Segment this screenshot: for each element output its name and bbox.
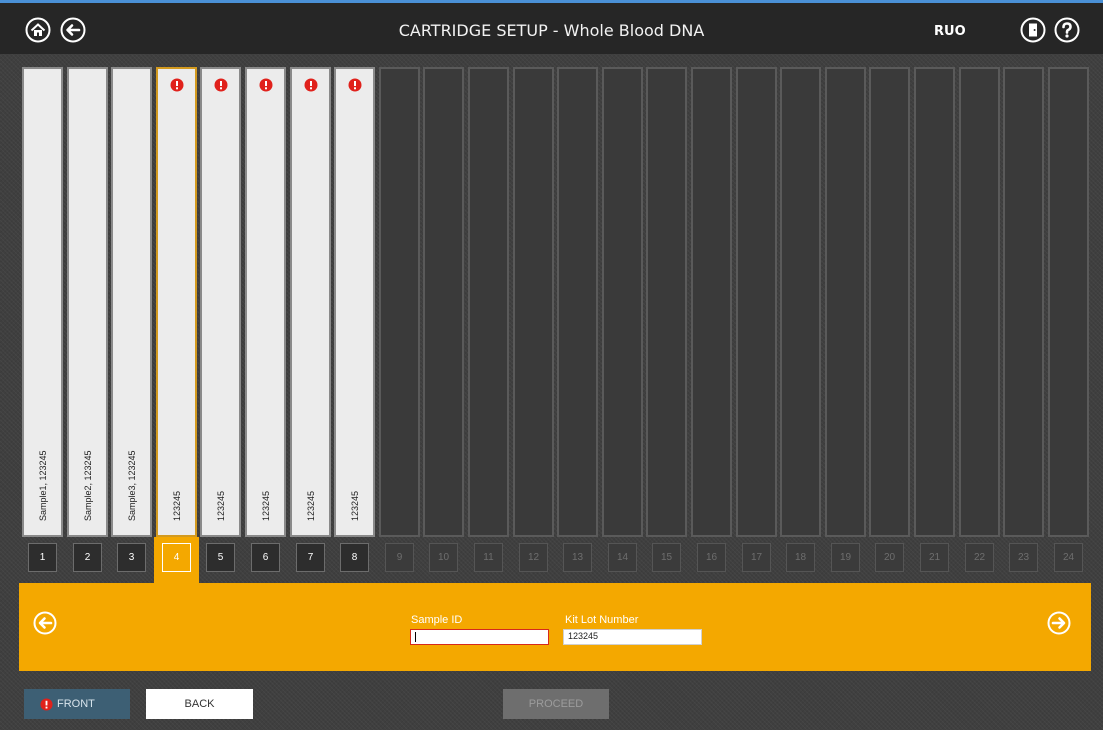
cartridge-slot[interactable] [914,67,955,537]
slot-number-button[interactable]: 12 [519,543,548,572]
sample-id-input[interactable] [410,629,549,645]
cartridge-slot[interactable]: 123245 [156,67,197,537]
slot-number-button[interactable]: 8 [340,543,369,572]
previous-slot-arrow-icon[interactable] [33,611,57,635]
warning-icon [348,77,362,92]
cartridge-slot[interactable] [1003,67,1044,537]
sample-id-label: Sample ID [411,614,463,626]
slot-number-button[interactable]: 24 [1054,543,1083,572]
front-button-label: FRONT [57,698,95,710]
cartridge-slot[interactable] [780,67,821,537]
cartridge-slot[interactable]: 123245 [290,67,331,537]
warning-icon [170,77,184,92]
slot-number-button[interactable]: 9 [385,543,414,572]
slot-number-button[interactable]: 21 [920,543,949,572]
slot-number-button[interactable]: 14 [608,543,637,572]
slot-label: 123245 [260,490,271,521]
cartridge-slot[interactable] [513,67,554,537]
cartridge-slot[interactable]: 123245 [334,67,375,537]
slot-number-button[interactable]: 1 [28,543,57,572]
proceed-button[interactable]: PROCEED [503,689,609,719]
sample-entry-panel: Sample ID Kit Lot Number 123245 [19,583,1091,671]
slot-number-button[interactable]: 11 [474,543,503,572]
slot-number-button[interactable]: 17 [742,543,771,572]
cartridge-slot[interactable]: Sample1, 123245 [22,67,63,537]
help-icon[interactable] [1054,17,1080,43]
slot-label: Sample1, 123245 [37,450,48,521]
cartridge-slot[interactable] [1048,67,1089,537]
slot-number-button[interactable]: 23 [1009,543,1038,572]
header-bar: CARTRIDGE SETUP - Whole Blood DNA RUO [0,3,1103,54]
warning-icon [304,77,318,92]
cartridge-slot[interactable]: 123245 [245,67,286,537]
text-caret [415,632,416,642]
kit-lot-value: 123245 [568,631,599,641]
slot-number-button[interactable]: 13 [563,543,592,572]
slot-number-button[interactable]: 7 [296,543,325,572]
slot-number-button[interactable]: 6 [251,543,280,572]
kit-lot-label: Kit Lot Number [565,614,639,626]
slot-number-button[interactable]: 4 [162,543,191,572]
cartridge-slot[interactable]: 123245 [200,67,241,537]
front-button[interactable]: FRONT [24,689,130,719]
cartridge-slot[interactable] [736,67,777,537]
cartridge-slot[interactable] [557,67,598,537]
proceed-button-label: PROCEED [528,698,584,710]
exit-door-icon[interactable] [1020,17,1046,43]
slot-number-button[interactable]: 5 [206,543,235,572]
slot-number-button[interactable]: 20 [875,543,904,572]
cartridge-slot[interactable]: Sample3, 123245 [111,67,152,537]
cartridge-slot[interactable] [825,67,866,537]
slot-number-button[interactable]: 10 [429,543,458,572]
warning-icon [40,697,53,711]
slot-number-button[interactable]: 19 [831,543,860,572]
slot-number-button[interactable]: 15 [652,543,681,572]
slot-label: Sample3, 123245 [126,450,137,521]
slot-label: 123245 [171,490,182,521]
warning-icon [259,77,273,92]
cartridge-slot[interactable]: Sample2, 123245 [67,67,108,537]
ruo-badge: RUO [934,24,966,39]
slot-label: Sample2, 123245 [82,450,93,521]
slot-number-button[interactable]: 3 [117,543,146,572]
cartridge-slot[interactable] [423,67,464,537]
cartridge-slot[interactable] [691,67,732,537]
slot-number-button[interactable]: 16 [697,543,726,572]
cartridge-slot[interactable] [959,67,1000,537]
cartridge-slot[interactable] [602,67,643,537]
slot-label: 123245 [305,490,316,521]
slot-number-button[interactable]: 18 [786,543,815,572]
next-slot-arrow-icon[interactable] [1047,611,1071,635]
kit-lot-input[interactable]: 123245 [563,629,702,645]
warning-icon [214,77,228,92]
cartridge-slot[interactable] [869,67,910,537]
slot-label: 123245 [349,490,360,521]
slot-number-button[interactable]: 2 [73,543,102,572]
back-button-label: BACK [184,698,215,710]
back-button[interactable]: BACK [146,689,253,719]
cartridge-slot[interactable] [646,67,687,537]
slot-number-button[interactable]: 22 [965,543,994,572]
slot-label: 123245 [215,490,226,521]
cartridge-slot[interactable] [468,67,509,537]
cartridge-slot[interactable] [379,67,420,537]
